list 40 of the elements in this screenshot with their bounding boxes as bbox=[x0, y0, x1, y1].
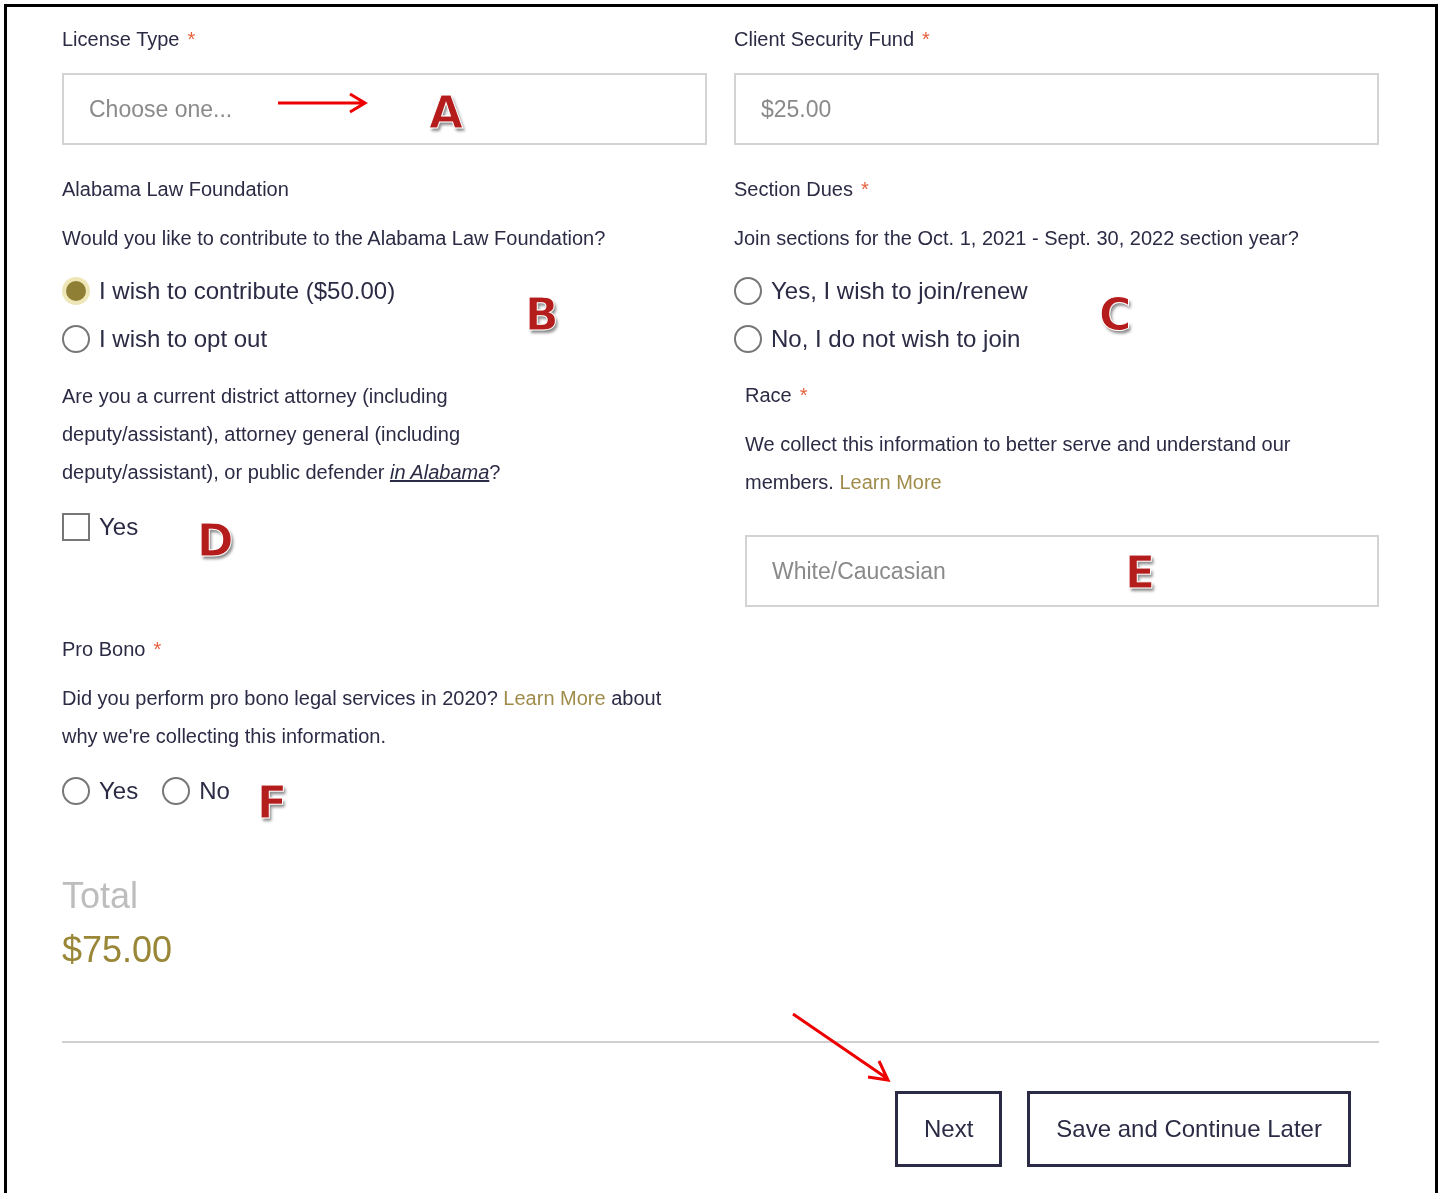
radio-option[interactable]: No bbox=[162, 767, 230, 815]
field-label: Pro Bono * bbox=[62, 637, 163, 662]
text-link[interactable]: in Alabama bbox=[389, 461, 490, 483]
radio-button[interactable] bbox=[62, 777, 90, 805]
annotation-letter: F bbox=[257, 777, 288, 828]
field-label: License Type * bbox=[62, 27, 197, 52]
total-label: Total bbox=[62, 875, 140, 917]
radio-button[interactable] bbox=[734, 277, 762, 305]
question-text: Are you a current district attorney (including deputy/assistant), attorney general (including deputy/assistant), or public defender in Alabama? bbox=[62, 384, 502, 485]
annotation-letter: B bbox=[525, 289, 559, 340]
required-mark: * bbox=[153, 638, 162, 660]
required-mark: * bbox=[187, 28, 196, 50]
radio-button[interactable] bbox=[62, 325, 90, 353]
required-mark: * bbox=[799, 384, 808, 406]
radio-button[interactable] bbox=[734, 325, 762, 353]
question-text: Join sections for the Oct. 1, 2021 - Sept. 30, 2022 section year? bbox=[734, 226, 1300, 251]
checkbox-option[interactable]: Yes bbox=[62, 503, 139, 551]
radio-option[interactable]: I wish to contribute ($50.00) bbox=[62, 267, 396, 315]
radio-button[interactable] bbox=[162, 777, 191, 805]
field-label: Client Security Fund * bbox=[734, 27, 931, 52]
radio-option[interactable]: I wish to opt out bbox=[62, 315, 268, 363]
required-mark: * bbox=[922, 28, 930, 50]
field-label: Section Dues * bbox=[734, 177, 870, 202]
next-button[interactable]: Next bbox=[895, 1091, 1003, 1167]
question-text: Did you perform pro bono legal services in 2020? Learn More about why we're collecting this information. bbox=[62, 686, 663, 749]
radio-option[interactable]: No, I do not wish to join bbox=[734, 315, 1021, 363]
annotation-letter: E bbox=[1125, 547, 1156, 598]
checkbox[interactable] bbox=[62, 513, 90, 541]
save-button[interactable]: Save and Continue Later bbox=[1027, 1091, 1351, 1167]
annotation-letter: D bbox=[197, 515, 234, 566]
radio-option[interactable]: Yes, I wish to join/renew bbox=[734, 267, 1028, 315]
total-amount: $75.00 bbox=[62, 929, 174, 971]
required-mark: * bbox=[860, 178, 869, 200]
race-description: We collect this information to better serve and understand our members. Learn More bbox=[745, 432, 1292, 495]
field-label: Alabama Law Foundation bbox=[62, 177, 290, 202]
field-label: Race * bbox=[745, 383, 809, 408]
annotation-letter: C bbox=[1099, 289, 1132, 340]
question-text: Would you like to contribute to the Alabama Law Foundation? bbox=[62, 226, 607, 251]
radio-option[interactable]: Yes bbox=[62, 767, 139, 815]
annotation-letter: A bbox=[429, 87, 464, 138]
